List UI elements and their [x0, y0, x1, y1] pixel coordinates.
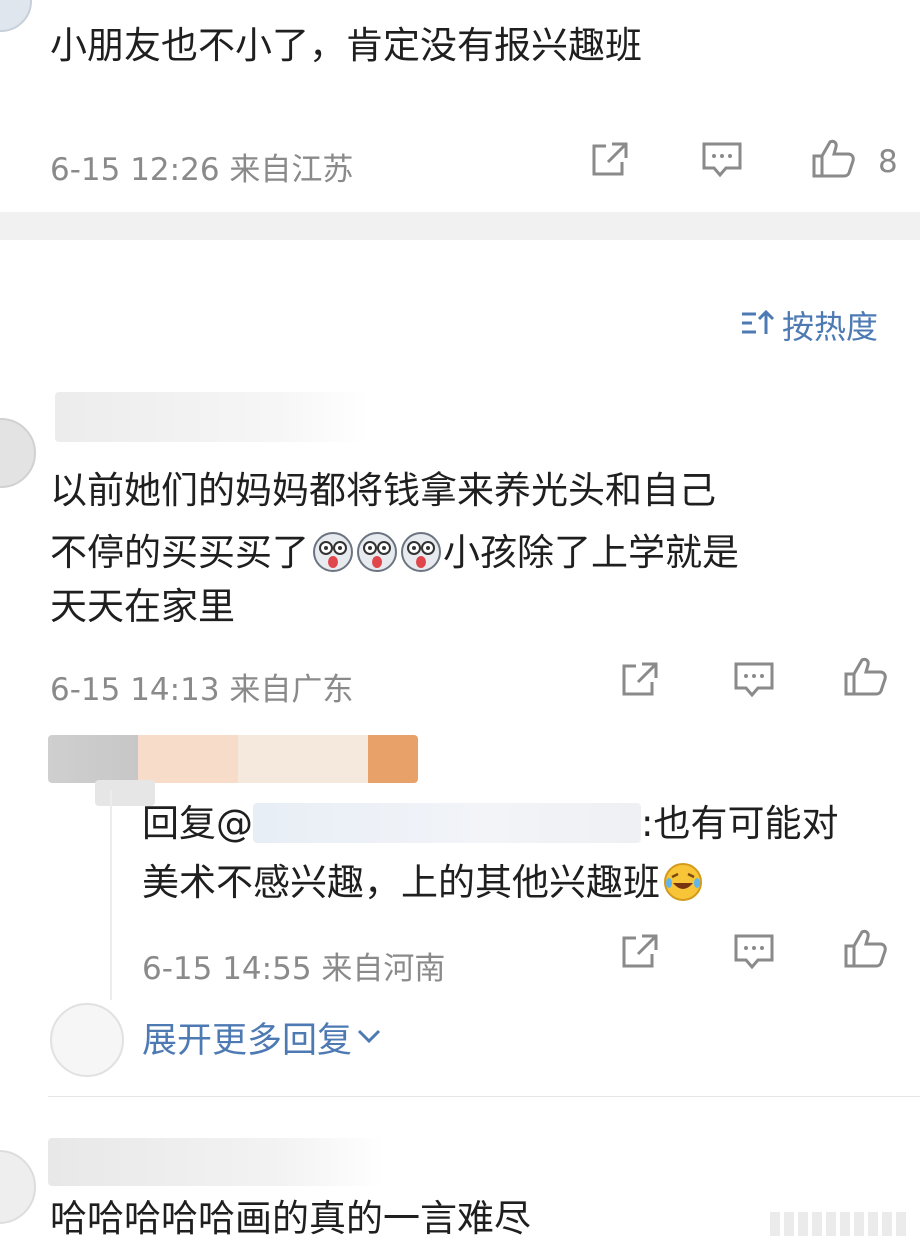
- comment-text: 哈哈哈哈哈画的真的一言难尽: [50, 1197, 531, 1240]
- comment-text-line1: 以前她们的妈妈都将钱拿来养光头和自己: [50, 469, 716, 512]
- chevron-down-icon: [356, 1026, 382, 1050]
- share-icon[interactable]: [588, 140, 630, 180]
- reply-text-line1: 回复@ :也有可能对: [142, 801, 839, 845]
- comment-icon[interactable]: [732, 932, 776, 972]
- comment-divider: [48, 1096, 920, 1097]
- sort-label: 按热度: [782, 308, 879, 346]
- funny-face-emoji-icon: [311, 530, 355, 574]
- comment-text-line3: 天天在家里: [50, 585, 235, 628]
- watermark: [770, 1212, 910, 1236]
- like-count: 8: [878, 144, 898, 180]
- blurred-username: [48, 1138, 384, 1186]
- reply-meta: 6-15 14:55 来自河南: [142, 951, 446, 987]
- share-icon[interactable]: [618, 932, 660, 972]
- comment-text-line2: 不停的买买买了 小孩除了上学就是: [50, 530, 739, 574]
- reply-text-line2: 美术不感兴趣，上的其他兴趣班: [142, 861, 704, 903]
- thumbs-up-icon[interactable]: [810, 138, 858, 180]
- share-icon[interactable]: [618, 660, 660, 700]
- avatar[interactable]: [0, 418, 36, 488]
- avatar[interactable]: [0, 1150, 36, 1224]
- reply-thread-line: [110, 790, 112, 1000]
- thumbs-up-icon[interactable]: [842, 928, 890, 970]
- avatar-partial[interactable]: [0, 0, 32, 32]
- laugh-cry-emoji-icon: [662, 861, 704, 903]
- comment-text: 小朋友也不小了，肯定没有报兴趣班: [50, 24, 642, 67]
- comment-icon[interactable]: [732, 660, 776, 700]
- comment-meta: 6-15 12:26 来自江苏: [50, 152, 354, 188]
- section-separator: [0, 212, 920, 240]
- blurred-reply-header: [48, 735, 418, 783]
- comment-meta: 6-15 14:13 来自广东: [50, 672, 354, 708]
- expand-replies-button[interactable]: 展开更多回复: [142, 1012, 382, 1063]
- funny-face-emoji-icon: [355, 530, 399, 574]
- thumbs-up-icon[interactable]: [842, 656, 890, 698]
- comment-icon[interactable]: [700, 140, 744, 180]
- sort-control[interactable]: 按热度: [740, 302, 878, 348]
- expand-replies-label: 展开更多回复: [142, 1021, 353, 1061]
- sort-icon: [740, 308, 776, 342]
- funny-face-emoji-icon: [399, 530, 443, 574]
- blurred-username: [55, 392, 370, 442]
- blurred-mention[interactable]: [253, 803, 641, 843]
- reply-avatar[interactable]: [50, 1003, 124, 1077]
